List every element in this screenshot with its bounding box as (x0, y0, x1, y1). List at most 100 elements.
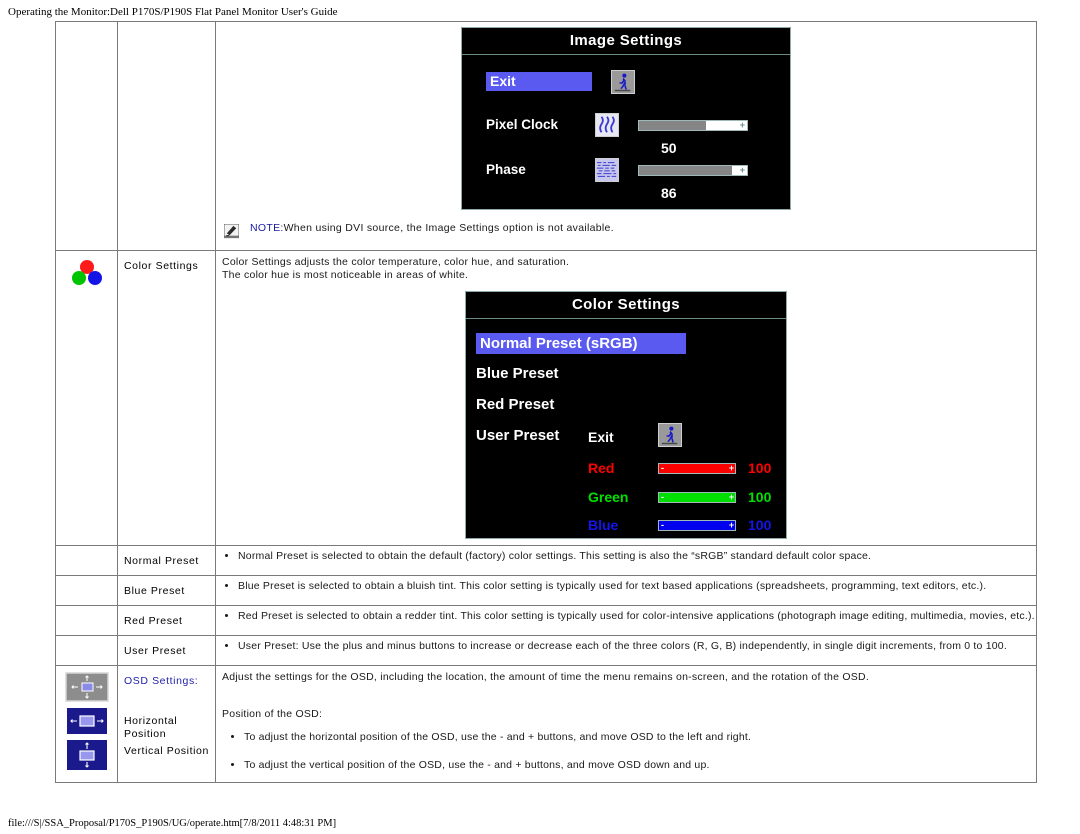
osd-settings-desc-cell: Adjust the settings for the OSD, includi… (215, 665, 1037, 783)
slider-plus-red[interactable]: + (727, 463, 736, 474)
slider-pixel-clock[interactable]: - + (637, 119, 748, 131)
list-item: User Preset: Use the plus and minus butt… (238, 640, 1036, 654)
pixel-clock-icon[interactable] (595, 113, 620, 137)
image-settings-name-cell (117, 21, 216, 251)
row-name-user-preset: User Preset (124, 645, 187, 657)
osd-settings-description: Adjust the settings for the OSD, includi… (222, 671, 870, 683)
table-row-osd-settings: OSD Settings: Horizontal Position Vertic… (55, 665, 1037, 783)
user-preset-name-cell: User Preset (117, 635, 216, 666)
running-man-glyph-color (659, 424, 681, 446)
normal-preset-name-cell: Normal Preset (117, 545, 216, 576)
user-panel-exit-label[interactable]: Exit (588, 429, 614, 445)
slider-fill-phase (638, 165, 732, 175)
row-name-blue-preset: Blue Preset (124, 585, 185, 597)
slider-red[interactable]: - + (658, 463, 736, 474)
color-circles-icon (71, 260, 102, 285)
red-preset-name-cell: Red Preset (117, 605, 216, 636)
channel-label-red: Red (588, 460, 615, 476)
note-text: When using DVI source, the Image Setting… (283, 222, 614, 234)
table-row-blue-preset: Blue Preset Blue Preset is selected to o… (55, 575, 1037, 606)
monitor-settings-table: Image Settings Exit Pixel Clock - + 50 P… (55, 21, 1037, 783)
table-row-normal-preset: Normal Preset Normal Preset is selected … (55, 545, 1037, 576)
row-name-normal-preset: Normal Preset (124, 555, 199, 567)
user-preset-desc-cell: User Preset: Use the plus and minus butt… (215, 635, 1037, 666)
pixel-clock-glyph (596, 114, 619, 136)
slider-plus-blue[interactable]: + (727, 520, 736, 531)
running-man-exit-icon[interactable] (611, 70, 636, 94)
note-pencil-icon (224, 224, 239, 239)
slider-plus-phase[interactable]: + (738, 165, 747, 175)
slider-fill-pixel-clock (638, 120, 706, 130)
image-settings-osd-body: Exit Pixel Clock - + 50 Phase - + 86 (462, 55, 790, 204)
blue-preset-name-cell: Blue Preset (117, 575, 216, 606)
image-settings-icon-cell (55, 21, 118, 251)
channel-value-red: 100 (748, 460, 772, 476)
note-keyword: NOTE: (250, 222, 284, 234)
preset-user[interactable]: User Preset (476, 427, 559, 444)
color-settings-desc-line2: The color hue is most noticeable in area… (222, 269, 469, 281)
preset-blue[interactable]: Blue Preset (476, 365, 559, 382)
osd-title-color-settings: Color Settings (466, 292, 786, 319)
color-settings-desc-cell: Color Settings adjusts the color tempera… (215, 250, 1037, 546)
osd-settings-icon-cell (55, 665, 118, 783)
running-man-exit-icon-color[interactable] (658, 423, 682, 447)
osd-exit-label[interactable]: Exit (486, 72, 592, 92)
page-header: Operating the Monitor:Dell P170S/P190S F… (8, 6, 338, 18)
color-settings-icon-cell (55, 250, 118, 546)
color-settings-desc-line1: Color Settings adjusts the color tempera… (222, 256, 570, 268)
running-man-glyph (612, 71, 635, 93)
osd-value-phase: 86 (661, 185, 677, 201)
user-preset-icon-cell (55, 635, 118, 666)
vertical-position-icon (66, 740, 107, 770)
channel-label-green: Green (588, 489, 629, 505)
osd-label-pixel-clock: Pixel Clock (486, 117, 559, 133)
table-row-image-settings: Image Settings Exit Pixel Clock - + 50 P… (55, 21, 1037, 251)
horizontal-position-icon (66, 708, 107, 734)
table-row-red-preset: Red Preset Red Preset is selected to obt… (55, 605, 1037, 636)
osd-settings-name-cell: OSD Settings: Horizontal Position Vertic… (117, 665, 216, 783)
blue-preset-icon-cell (55, 575, 118, 606)
preset-normal[interactable]: Normal Preset (sRGB) (476, 333, 686, 354)
slider-minus-red[interactable]: - (658, 463, 667, 474)
row-name-osd-settings: OSD Settings: (124, 675, 199, 687)
row-name-red-preset: Red Preset (124, 615, 183, 627)
osd-row-pixel-clock[interactable]: Pixel Clock - + 50 (486, 113, 776, 156)
list-item: Red Preset is selected to obtain a redde… (238, 610, 1036, 624)
image-settings-desc-cell: Image Settings Exit Pixel Clock - + 50 P… (215, 21, 1037, 251)
channel-value-blue: 100 (748, 517, 772, 533)
osd-value-pixel-clock: 50 (661, 140, 677, 156)
page-footer: file:///S|/SSA_Proposal/P170S_P190S/UG/o… (8, 818, 337, 829)
osd-position-heading: Position of the OSD: (222, 708, 323, 720)
osd-title-image-settings: Image Settings (462, 28, 790, 55)
table-row-color-settings: Color Settings Color Settings adjusts th… (55, 250, 1037, 546)
slider-minus-phase[interactable]: - (639, 165, 648, 175)
blue-preset-desc-cell: Blue Preset is selected to obtain a blui… (215, 575, 1037, 606)
red-preset-icon-cell (55, 605, 118, 636)
normal-preset-icon-cell (55, 545, 118, 576)
slider-blue[interactable]: - + (658, 520, 736, 531)
list-item: Blue Preset is selected to obtain a blui… (238, 580, 1036, 594)
table-row-user-preset: User Preset User Preset: Use the plus an… (55, 635, 1037, 666)
osd-position-icon (64, 672, 109, 702)
sub-name-horizontal-position: Horizontal Position (124, 715, 178, 740)
slider-plus-green[interactable]: + (727, 492, 736, 503)
red-preset-desc-cell: Red Preset is selected to obtain a redde… (215, 605, 1037, 636)
sub-name-vertical-position: Vertical Position (124, 745, 209, 757)
channel-label-blue: Blue (588, 517, 619, 533)
list-item: Normal Preset is selected to obtain the … (238, 550, 1036, 564)
slider-minus-green[interactable]: - (658, 492, 667, 503)
osd-row-phase[interactable]: Phase - + 86 (486, 158, 776, 201)
preset-red[interactable]: Red Preset (476, 396, 554, 413)
osd-label-phase: Phase (486, 162, 526, 178)
slider-green[interactable]: - + (658, 492, 736, 503)
image-settings-osd-panel[interactable]: Image Settings Exit Pixel Clock - + 50 P… (461, 27, 791, 210)
phase-icon[interactable] (595, 158, 620, 182)
color-settings-osd-panel[interactable]: Color Settings Normal Preset (sRGB) Blue… (465, 291, 787, 539)
slider-minus-blue[interactable]: - (658, 520, 667, 531)
slider-minus-pixel-clock[interactable]: - (639, 120, 648, 130)
slider-plus-pixel-clock[interactable]: + (738, 120, 747, 130)
normal-preset-desc-cell: Normal Preset is selected to obtain the … (215, 545, 1037, 576)
osd-exit-row[interactable]: Exit (486, 70, 636, 94)
slider-phase[interactable]: - + (637, 164, 748, 176)
color-settings-name-cell: Color Settings (117, 250, 216, 546)
